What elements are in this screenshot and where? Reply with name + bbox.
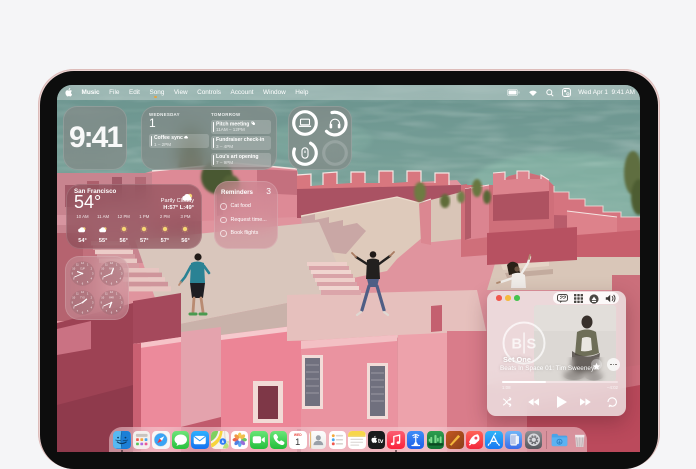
svg-text:CUP: CUP (80, 268, 85, 270)
svg-text:tv: tv (378, 438, 384, 445)
svg-text:S: S (527, 337, 537, 353)
svg-text:TYO: TYO (80, 297, 85, 299)
svg-text:B: B (512, 337, 522, 353)
svg-text:PAR: PAR (109, 296, 114, 299)
svg-text:1: 1 (296, 437, 301, 447)
